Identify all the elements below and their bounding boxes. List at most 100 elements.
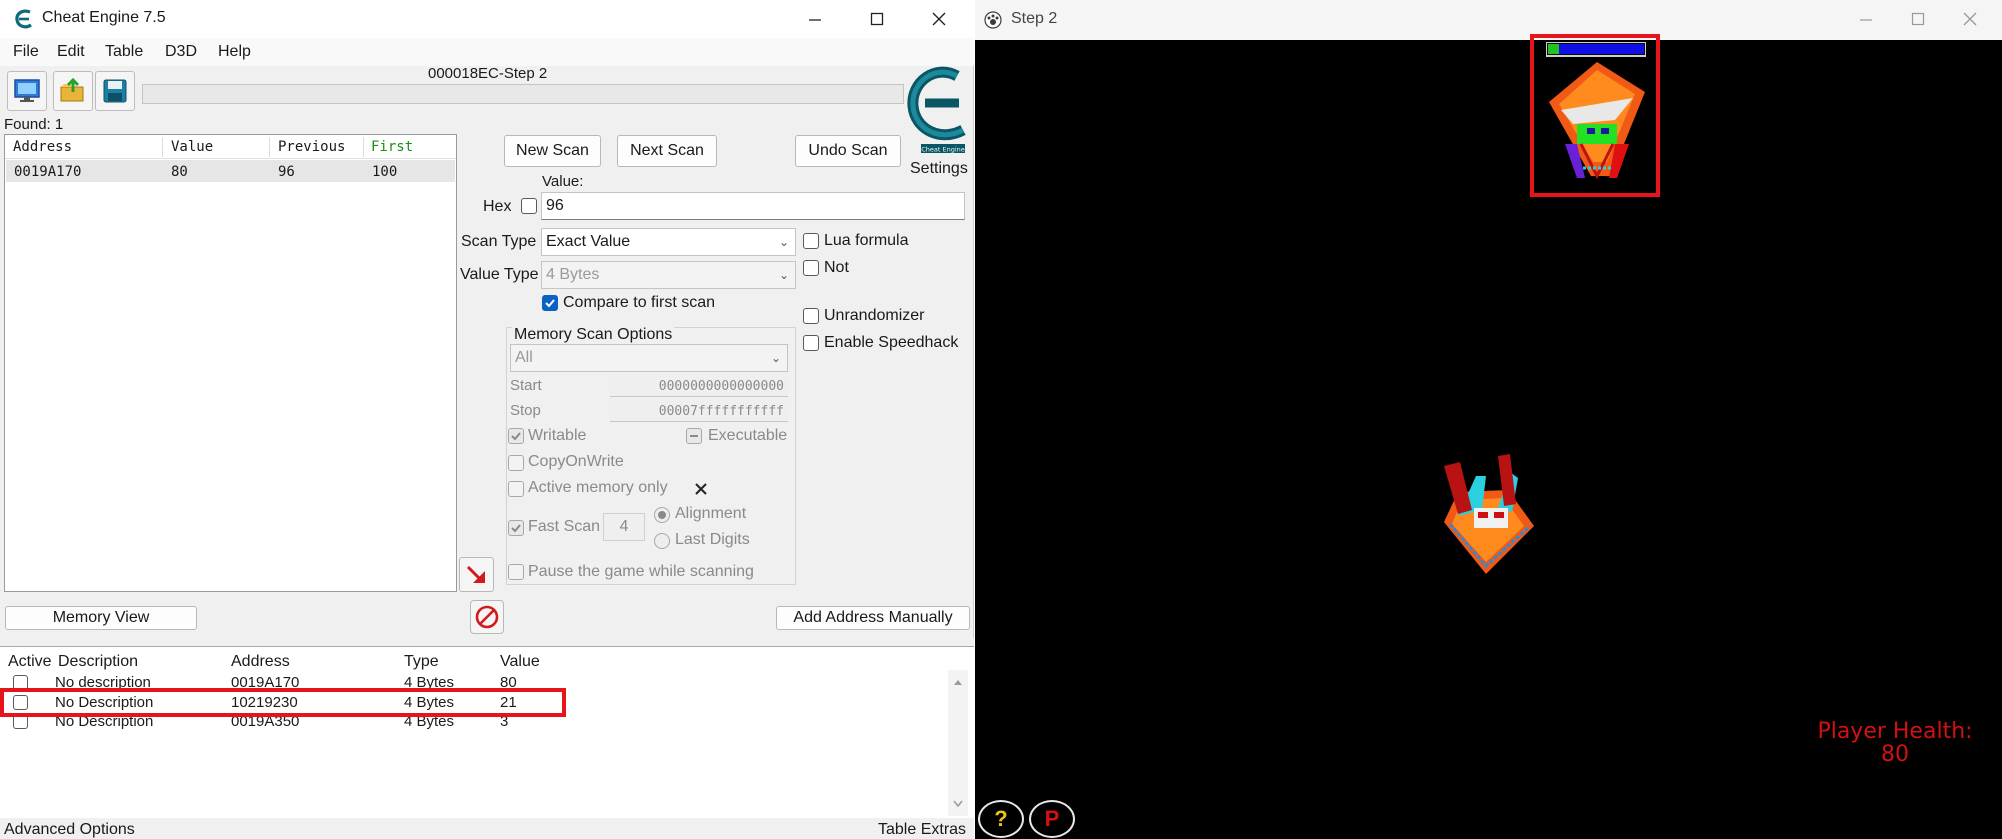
scan-progress-bar xyxy=(142,84,904,104)
game-minimize-button[interactable] xyxy=(1837,0,1895,38)
close-icon xyxy=(1963,12,1977,26)
last-digits-radio[interactable] xyxy=(654,533,670,549)
memory-region-select[interactable]: All ⌄ xyxy=(510,344,788,372)
hex-checkbox[interactable] xyxy=(521,198,537,214)
no-entry-icon xyxy=(475,605,499,629)
game-window: Step 2 Player Health: 80 ? P xyxy=(975,0,2002,839)
memory-options-title: Memory Scan Options xyxy=(512,326,675,344)
unrandomizer-checkbox[interactable] xyxy=(803,308,819,324)
col-type[interactable]: Type xyxy=(404,653,439,671)
help-button[interactable]: ? xyxy=(978,800,1024,838)
speedhack-checkbox[interactable] xyxy=(803,335,819,351)
new-scan-button[interactable]: New Scan xyxy=(504,135,601,167)
start-address-input[interactable]: 0000000000000000 xyxy=(610,376,788,397)
lua-formula-checkbox[interactable] xyxy=(803,233,819,249)
col-table-value[interactable]: Value xyxy=(500,653,540,671)
open-process-button[interactable] xyxy=(7,71,47,111)
player-ship-icon xyxy=(1444,454,1534,574)
col-address[interactable]: Address xyxy=(13,139,72,155)
alignment-radio[interactable] xyxy=(654,507,670,523)
add-address-manually-button[interactable]: Add Address Manually xyxy=(776,606,970,630)
settings-link[interactable]: Settings xyxy=(910,160,968,178)
value-type-select[interactable]: 4 Bytes ⌄ xyxy=(541,261,796,289)
copy-on-write-checkbox[interactable] xyxy=(508,455,524,471)
game-maximize-button[interactable] xyxy=(1889,0,1947,38)
result-row[interactable]: 0019A170 80 96 100 xyxy=(6,160,455,182)
menu-edit[interactable]: Edit xyxy=(57,43,85,61)
add-result-to-list-button[interactable] xyxy=(459,557,494,592)
close-icon[interactable] xyxy=(694,482,708,496)
cheat-engine-logo-icon[interactable]: Cheat Engine xyxy=(907,66,973,156)
advanced-options-link[interactable]: Advanced Options xyxy=(4,821,135,839)
pause-button[interactable]: P xyxy=(1029,800,1075,838)
stop-scan-button[interactable] xyxy=(470,600,504,634)
pause-game-checkbox[interactable] xyxy=(508,564,524,580)
address-table[interactable]: Active Description Address Type Value No… xyxy=(0,646,974,818)
undo-scan-button[interactable]: Undo Scan xyxy=(795,135,901,167)
found-count: Found: 1 xyxy=(4,116,64,133)
scan-value-input[interactable]: 96 xyxy=(541,192,965,220)
minimize-button[interactable] xyxy=(786,0,844,38)
screen: Cheat Engine 7.5 File Edit Table D3D Hel… xyxy=(0,0,2002,839)
col-active[interactable]: Active xyxy=(8,653,52,671)
active-memory-label: Active memory only xyxy=(528,479,668,496)
not-checkbox[interactable] xyxy=(803,260,819,276)
value-label: Value: xyxy=(542,173,584,190)
ce-titlebar[interactable]: Cheat Engine 7.5 xyxy=(0,0,974,38)
fast-scan-checkbox[interactable] xyxy=(508,520,524,536)
result-first: 100 xyxy=(372,164,398,180)
panel-splitter[interactable] xyxy=(0,638,974,646)
pause-game-label: Pause the game while scanning xyxy=(528,563,754,580)
scan-results-list[interactable]: Address Value Previous First 0019A170 80… xyxy=(4,134,457,592)
menu-help[interactable]: Help xyxy=(218,43,251,61)
last-digits-label: Last Digits xyxy=(675,531,750,548)
fast-scan-label: Fast Scan xyxy=(528,518,601,535)
player-health-value: 80 xyxy=(1881,742,1909,767)
menu-file[interactable]: File xyxy=(13,43,39,61)
compare-first-checkbox[interactable] xyxy=(542,295,558,311)
menu-table[interactable]: Table xyxy=(105,43,143,61)
game-close-button[interactable] xyxy=(1941,0,1999,38)
stop-label: Stop xyxy=(510,402,541,419)
svg-text:Cheat Engine: Cheat Engine xyxy=(921,146,965,154)
writable-checkbox[interactable] xyxy=(508,428,524,444)
maximize-button[interactable] xyxy=(848,0,906,38)
menu-d3d[interactable]: D3D xyxy=(165,43,197,61)
active-memory-checkbox[interactable] xyxy=(508,481,524,497)
scroll-up-icon[interactable] xyxy=(953,678,963,686)
close-button[interactable] xyxy=(910,0,968,38)
minimize-icon xyxy=(809,19,821,21)
result-value: 80 xyxy=(171,164,188,180)
fast-scan-alignment-input[interactable]: 4 xyxy=(603,513,645,541)
col-previous[interactable]: Previous xyxy=(278,139,345,155)
checkmark-icon xyxy=(511,524,521,533)
results-header: Address Value Previous First xyxy=(5,135,456,159)
col-first[interactable]: First xyxy=(371,139,413,155)
enemy-health-bar xyxy=(1546,42,1646,57)
chevron-down-icon: ⌄ xyxy=(770,351,781,365)
game-titlebar[interactable]: Step 2 xyxy=(975,0,2002,40)
cheat-engine-window: Cheat Engine 7.5 File Edit Table D3D Hel… xyxy=(0,0,974,839)
open-file-button[interactable] xyxy=(53,71,93,111)
col-description[interactable]: Description xyxy=(58,653,138,671)
col-value[interactable]: Value xyxy=(171,139,213,155)
memory-view-button[interactable]: Memory View xyxy=(5,606,197,630)
process-title: 000018EC-Step 2 xyxy=(428,65,548,82)
save-button[interactable] xyxy=(95,71,135,111)
stop-address-input[interactable]: 00007fffffffffff xyxy=(610,401,788,422)
executable-checkbox[interactable] xyxy=(686,428,702,444)
table-extras-link[interactable]: Table Extras xyxy=(878,821,966,839)
not-label: Not xyxy=(824,259,849,276)
column-divider xyxy=(269,137,270,157)
chevron-down-icon: ⌄ xyxy=(778,235,789,249)
maximize-icon xyxy=(870,12,884,26)
ce-window-title: Cheat Engine 7.5 xyxy=(42,9,166,26)
address-table-scrollbar[interactable] xyxy=(948,670,968,816)
col-table-address[interactable]: Address xyxy=(231,653,290,671)
next-scan-button[interactable]: Next Scan xyxy=(617,135,717,167)
close-icon xyxy=(932,12,946,26)
checkmark-icon xyxy=(511,432,521,441)
scan-type-select[interactable]: Exact Value ⌄ xyxy=(541,228,796,256)
scroll-down-icon[interactable] xyxy=(953,800,963,808)
column-divider xyxy=(363,137,364,157)
